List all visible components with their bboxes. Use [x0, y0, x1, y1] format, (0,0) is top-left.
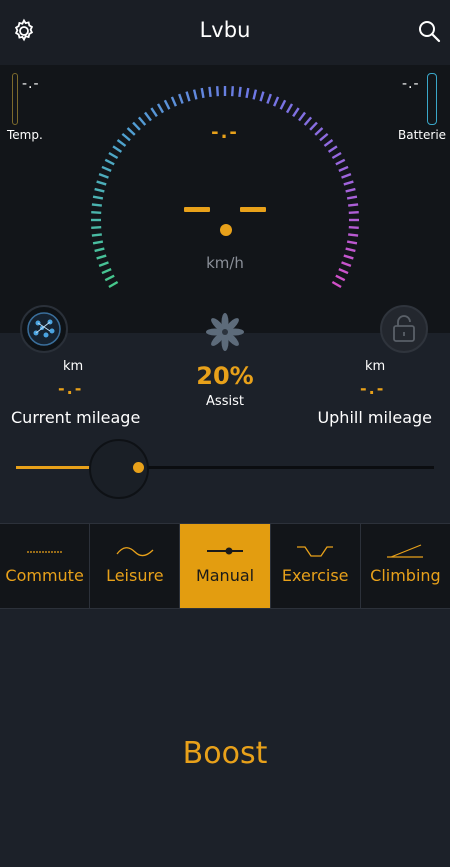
climbing-slope-icon [387, 544, 424, 558]
commute-wave-icon [26, 551, 63, 553]
route-icon[interactable] [20, 305, 68, 353]
gauge-tick [144, 111, 152, 122]
mode-label: Exercise [281, 566, 349, 585]
mode-commute[interactable]: Commute [0, 524, 91, 608]
assist-fan-icon [206, 313, 244, 351]
mode-manual[interactable]: Manual [180, 524, 271, 608]
gauge-tick [92, 195, 104, 200]
speed-digit-left [184, 207, 210, 212]
gauge-tick [238, 86, 242, 97]
gauge-tick [104, 274, 115, 282]
gauge-tick [208, 86, 212, 97]
gauge-tick [170, 96, 177, 107]
boost-button[interactable]: Boost [0, 736, 450, 771]
gauge-tick [266, 93, 272, 104]
mode-leisure[interactable]: Leisure [90, 524, 181, 608]
mode-climbing[interactable]: Climbing [361, 524, 450, 608]
gauge-tick [163, 99, 171, 110]
battery-value: -.- [402, 76, 420, 92]
gauge-tick [245, 87, 250, 99]
gauge-tick [331, 151, 342, 160]
uphill-mileage-value: -.- [360, 379, 386, 398]
gauge-tick [108, 280, 119, 289]
current-mileage-label: Current mileage [11, 408, 141, 427]
gauge-tick [346, 240, 358, 245]
gauge-tick [285, 103, 294, 114]
mode-label: Commute [5, 566, 84, 585]
gauge-tick [348, 226, 359, 229]
search-icon[interactable] [416, 18, 444, 46]
gauge-tick [96, 180, 107, 186]
gauge-tick [92, 240, 104, 245]
gauge-tick [178, 93, 184, 104]
gauge-tick [331, 280, 342, 289]
gauge-tick [341, 173, 352, 179]
mode-exercise[interactable]: Exercise [271, 524, 361, 608]
assist-slider-fill [16, 466, 92, 469]
gauge-tick [252, 89, 258, 100]
gauge-tick [338, 165, 349, 172]
gauge-tick [346, 195, 358, 200]
gauge-tick [259, 91, 265, 102]
gauge-tick [200, 87, 205, 99]
gauge-tick [216, 86, 219, 97]
gauge-tick [348, 211, 359, 214]
app-title: Lvbu [199, 18, 251, 42]
assist-slider-track[interactable] [148, 466, 434, 469]
gauge-tick [104, 158, 115, 166]
gauge-tick [108, 151, 119, 160]
gauge-tick [101, 165, 112, 172]
speed-indicator-dot [220, 224, 232, 236]
gauge-tick [94, 187, 105, 193]
gauge-tick [273, 96, 280, 107]
mode-label: Leisure [106, 566, 164, 585]
gauge-tick [91, 203, 102, 207]
uphill-mileage-unit: km [365, 359, 386, 374]
speed-unit: km/h [206, 254, 244, 272]
gauge-tick [348, 203, 359, 207]
gauge-tick [327, 145, 338, 153]
gauge-tick [185, 91, 191, 102]
exercise-wave-icon [297, 546, 334, 557]
gauge-tick [345, 187, 356, 193]
gauge-tick [298, 111, 306, 122]
gauge-tick [335, 158, 346, 166]
speed-secondary-value: -.- [211, 122, 239, 143]
manual-slider-icon [207, 547, 243, 555]
gauge-tick [292, 107, 300, 118]
mode-label: Climbing [370, 566, 441, 585]
gauge-tick [345, 247, 356, 253]
gauge-tick [94, 247, 105, 253]
leisure-wave-icon [116, 547, 154, 557]
gauge-tick [348, 233, 359, 237]
gauge-tick [231, 86, 234, 97]
gauge-tick [112, 145, 123, 153]
gauge-tick [279, 99, 287, 110]
temperature-bar [12, 73, 18, 125]
gauge-tick [343, 180, 354, 186]
lock-icon[interactable] [380, 305, 428, 353]
gauge-tick [98, 173, 109, 179]
mode-selector: Commute Leisure Manual Exercise Climbing [0, 523, 450, 609]
speed-digit-right [240, 207, 266, 212]
gauge-tick [150, 107, 158, 118]
gauge-tick [156, 103, 165, 114]
assist-slider-handle[interactable] [133, 462, 144, 473]
temperature-value: -.- [22, 76, 40, 92]
gauge-tick [192, 89, 198, 100]
gauge-tick [91, 211, 102, 214]
battery-bar [427, 73, 437, 125]
mode-label: Manual [195, 566, 255, 585]
gauge-tick [91, 226, 102, 229]
uphill-mileage-label: Uphill mileage [317, 408, 432, 427]
gauge-tick [335, 274, 346, 282]
gauge-tick [91, 233, 102, 237]
